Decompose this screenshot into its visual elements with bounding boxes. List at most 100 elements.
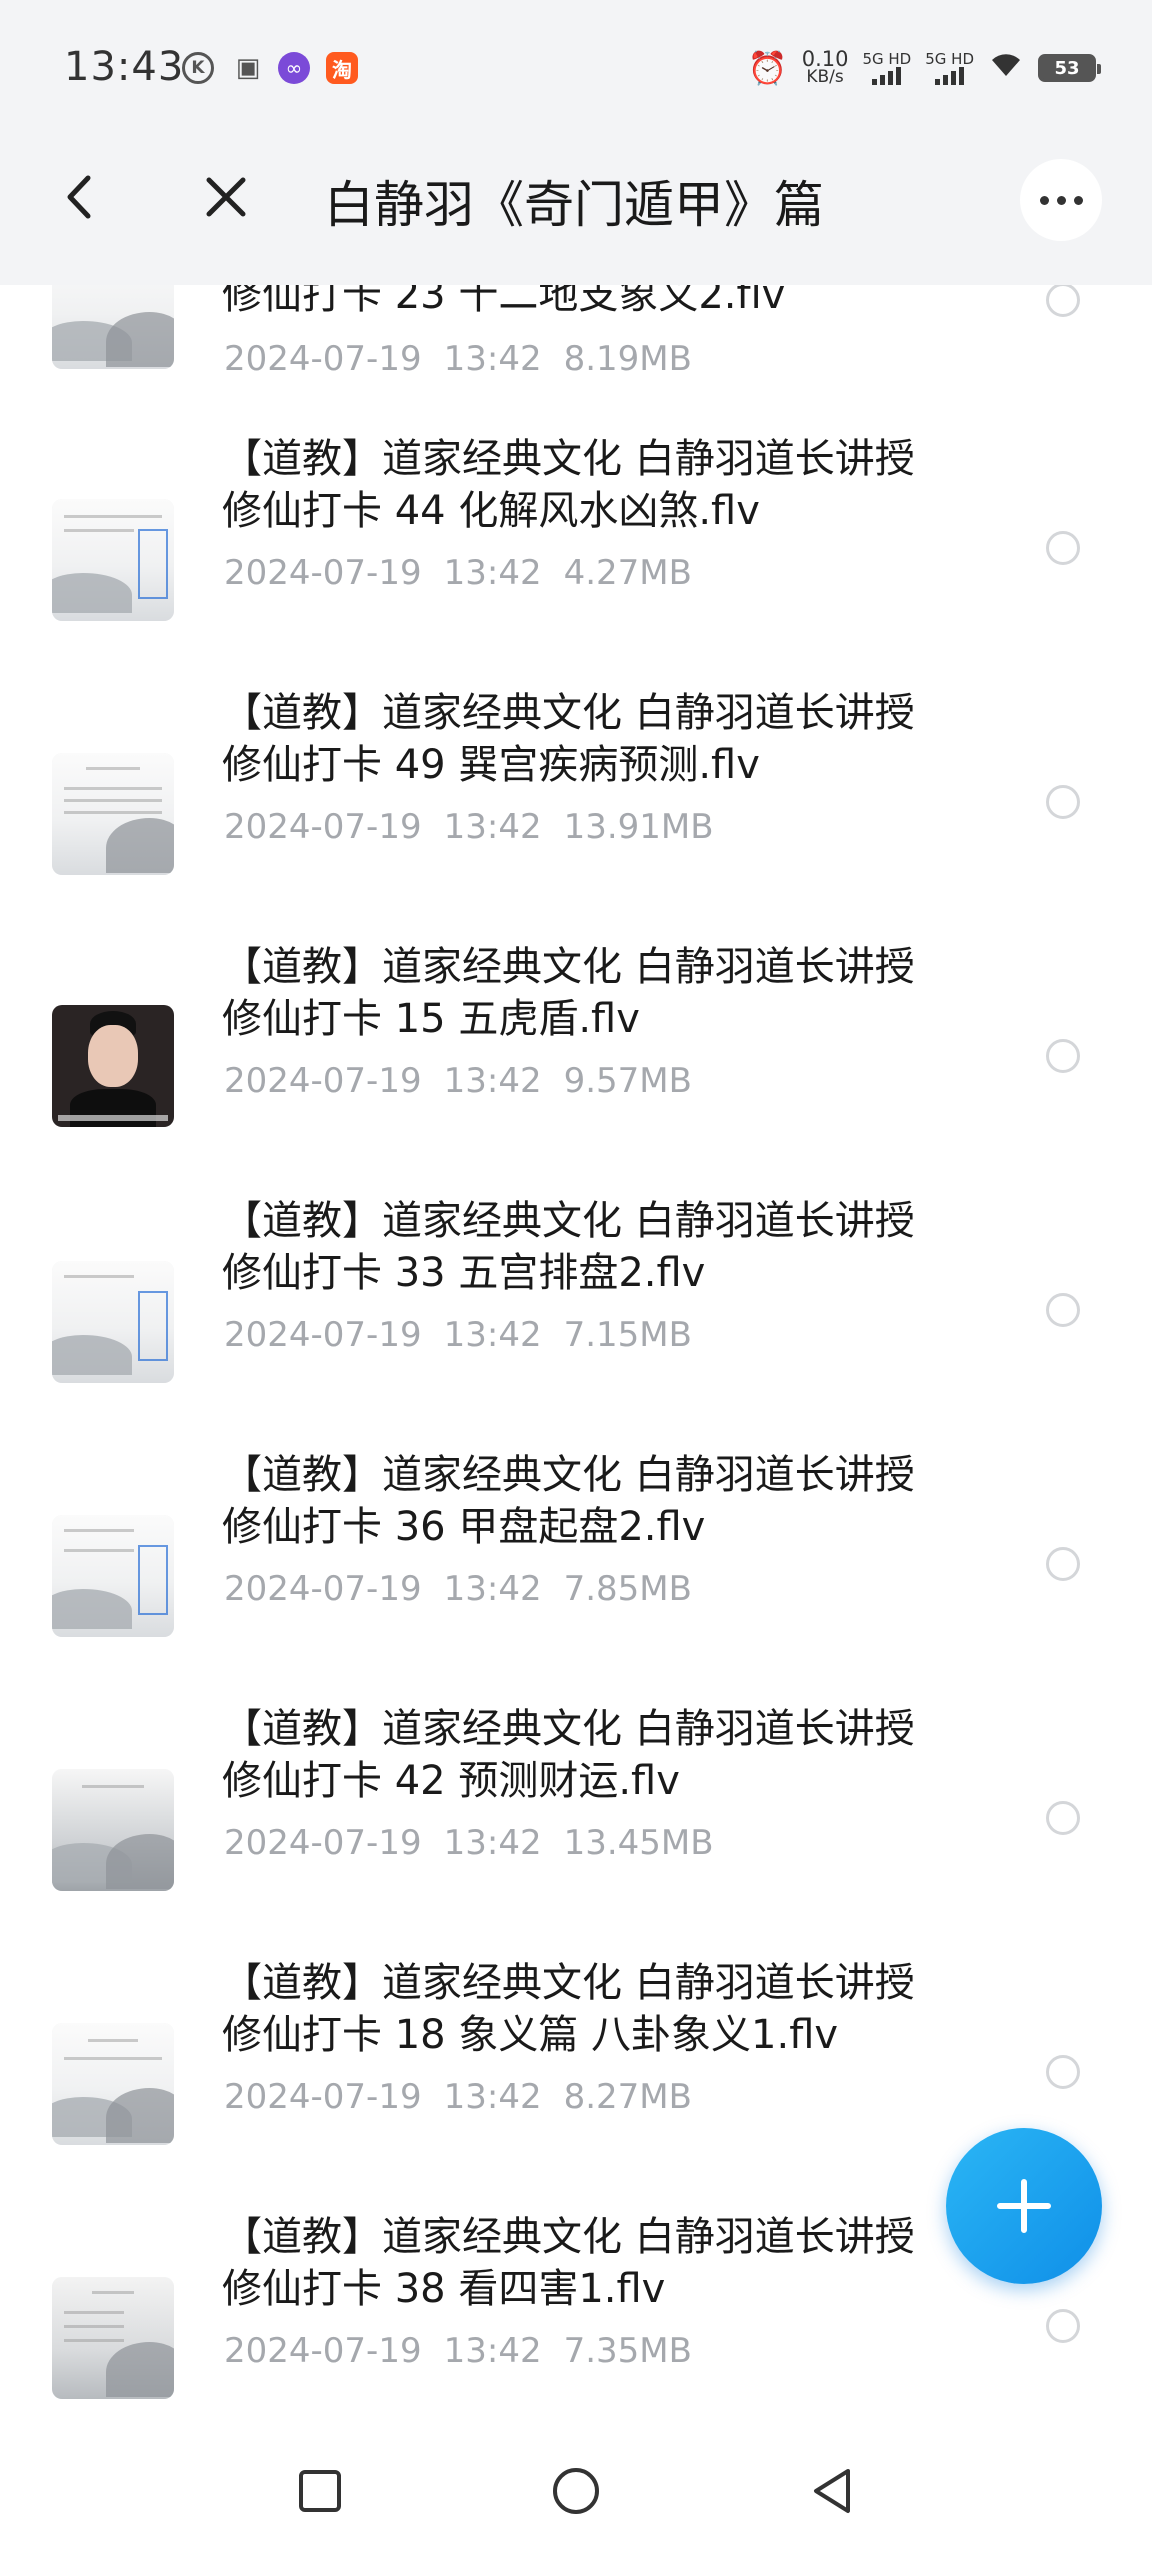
file-date: 2024-07-19 xyxy=(224,1315,422,1355)
add-button[interactable] xyxy=(946,2128,1102,2284)
close-icon xyxy=(206,177,246,217)
file-date: 2024-07-19 xyxy=(224,1061,422,1101)
close-button[interactable] xyxy=(186,157,266,237)
file-time: 13:42 xyxy=(443,2077,542,2117)
file-name-line1: 【道教】道家经典文化 白静羽道长讲授 xyxy=(222,1706,915,1752)
file-size: 9.57MB xyxy=(563,1061,692,1101)
file-date: 2024-07-19 xyxy=(224,807,422,847)
file-item[interactable]: 【道教】道家经典文化 白静羽道长讲授 修仙打卡 33 五宫排盘2.flv 202… xyxy=(0,1195,1152,1449)
file-name-line2: 修仙打卡 15 五虎盾.flv xyxy=(222,996,640,1042)
file-item[interactable]: 【道教】道家经典文化 白静羽道长讲授 修仙打卡 36 甲盘起盘2.flv 202… xyxy=(0,1449,1152,1703)
recents-button[interactable] xyxy=(288,2459,352,2523)
file-size: 7.35MB xyxy=(563,2331,692,2371)
file-meta: 2024-07-19 13:42 7.85MB xyxy=(224,1569,714,1609)
network-speed: 0.10 KB/s xyxy=(801,47,849,87)
file-item[interactable]: 【道教】道家经典文化 白静羽道长讲授 修仙打卡 49 巽宫疾病预测.flv 20… xyxy=(0,687,1152,941)
home-button[interactable] xyxy=(544,2459,608,2523)
select-radio[interactable] xyxy=(1046,285,1080,317)
select-radio[interactable] xyxy=(1046,2309,1080,2343)
file-time: 13:42 xyxy=(443,1315,542,1355)
file-time: 13:42 xyxy=(443,553,542,593)
file-date: 2024-07-19 xyxy=(224,1823,422,1863)
file-item[interactable]: 【道教】道家经典文化 白静羽道长讲授 修仙打卡 42 预测财运.flv 2024… xyxy=(0,1703,1152,1957)
more-dot-icon xyxy=(1039,195,1049,205)
alarm-icon: ⏰ xyxy=(747,49,788,87)
file-meta: 2024-07-19 13:42 9.57MB xyxy=(224,1061,714,1101)
file-time: 13:42 xyxy=(443,1569,542,1609)
file-thumbnail xyxy=(52,2277,174,2399)
network-speed-unit: KB/s xyxy=(806,67,844,87)
file-meta: 2024-07-19 13:42 13.45MB xyxy=(224,1823,736,1863)
file-time: 13:42 xyxy=(443,1061,542,1101)
back-button[interactable] xyxy=(44,157,114,237)
select-radio[interactable] xyxy=(1046,785,1080,819)
file-thumbnail xyxy=(52,1261,174,1383)
signal-2-label: 5G HD xyxy=(925,50,974,68)
circle-icon xyxy=(553,2468,599,2514)
file-meta: 2024-07-19 13:42 8.27MB xyxy=(224,2077,714,2117)
file-date: 2024-07-19 xyxy=(224,1569,422,1609)
signal-1-label: 5G HD xyxy=(862,50,912,68)
file-size: 13.45MB xyxy=(563,1823,714,1863)
file-item[interactable]: 【道教】道家经典文化 白静羽道长讲授 修仙打卡 15 五虎盾.flv 2024-… xyxy=(0,941,1152,1195)
file-item[interactable]: 修仙打卡 23 十二地支象义2.flv 2024-07-19 13:42 8.19M… xyxy=(0,285,1152,433)
system-nav-bar xyxy=(0,2425,1152,2560)
file-size: 8.19MB xyxy=(563,339,692,379)
status-time: 13:43 xyxy=(64,44,185,90)
file-thumbnail xyxy=(52,1515,174,1637)
file-name-line2: 修仙打卡 42 预测财运.flv xyxy=(222,1758,680,1804)
file-meta: 2024-07-19 13:42 13.91MB xyxy=(224,807,736,847)
file-date: 2024-07-19 xyxy=(224,553,422,593)
select-radio[interactable] xyxy=(1046,2055,1080,2089)
k-icon: K xyxy=(182,52,214,84)
file-time: 13:42 xyxy=(443,339,542,379)
file-name: 修仙打卡 23 十二地支象义2.flv xyxy=(222,285,786,318)
file-thumbnail xyxy=(52,2023,174,2145)
signal-2: 5G HD xyxy=(925,51,974,85)
signal-1: 5G HD xyxy=(862,51,911,85)
select-radio[interactable] xyxy=(1046,1039,1080,1073)
plus-icon xyxy=(997,2179,1051,2233)
network-speed-value: 0.10 xyxy=(801,47,849,71)
more-options-button[interactable] xyxy=(1020,159,1102,241)
file-meta: 2024-07-19 13:42 8.19MB xyxy=(224,339,714,379)
file-thumbnail xyxy=(52,753,174,875)
file-name-line1: 【道教】道家经典文化 白静羽道长讲授 xyxy=(222,1198,915,1244)
signal-bars-icon xyxy=(935,67,965,85)
more-dot-icon xyxy=(1073,195,1083,205)
battery-level: 53 xyxy=(1054,57,1080,79)
square-icon xyxy=(299,2470,341,2512)
taobao-icon: 淘 xyxy=(326,52,358,84)
file-meta: 2024-07-19 13:42 7.35MB xyxy=(224,2331,714,2371)
select-radio[interactable] xyxy=(1046,1293,1080,1327)
file-name-line2: 修仙打卡 44 化解风水凶煞.flv xyxy=(222,488,760,534)
file-date: 2024-07-19 xyxy=(224,2077,422,2117)
file-thumbnail xyxy=(52,1769,174,1891)
file-name-line2: 修仙打卡 36 甲盘起盘2.flv xyxy=(222,1504,706,1550)
file-name-line2: 修仙打卡 18 象义篇 八卦象义1.flv xyxy=(222,2012,839,2058)
image-icon: ▣ xyxy=(235,53,261,83)
triangle-back-icon xyxy=(814,2469,850,2513)
status-bar: 13:43 K ▣ ∞ 淘 ⏰ 0.10 KB/s 5G HD 5G HD 53 xyxy=(0,0,1152,115)
app-header: 白静羽《奇门遁甲》篇 xyxy=(0,115,1152,285)
file-date: 2024-07-19 xyxy=(224,2331,422,2371)
file-name-line2: 修仙打卡 38 看四害1.flv xyxy=(222,2266,666,2312)
file-thumbnail xyxy=(52,499,174,621)
signal-bars-icon xyxy=(872,67,902,85)
file-time: 13:42 xyxy=(443,1823,542,1863)
file-time: 13:42 xyxy=(443,807,542,847)
file-name-line2: 修仙打卡 33 五宫排盘2.flv xyxy=(222,1250,706,1296)
select-radio[interactable] xyxy=(1046,531,1080,565)
page-title: 白静羽《奇门遁甲》篇 xyxy=(324,176,824,234)
select-radio[interactable] xyxy=(1046,1801,1080,1835)
file-item[interactable]: 【道教】道家经典文化 白静羽道长讲授 修仙打卡 44 化解风水凶煞.flv 20… xyxy=(0,433,1152,687)
battery-icon: 53 xyxy=(1038,54,1101,82)
file-size: 4.27MB xyxy=(563,553,692,593)
select-radio[interactable] xyxy=(1046,1547,1080,1581)
file-name-line1: 【道教】道家经典文化 白静羽道长讲授 xyxy=(222,944,915,990)
file-list: 修仙打卡 23 十二地支象义2.flv 2024-07-19 13:42 8.19M… xyxy=(0,285,1152,2425)
back-nav-button[interactable] xyxy=(800,2459,864,2523)
file-time: 13:42 xyxy=(443,2331,542,2371)
file-meta: 2024-07-19 13:42 4.27MB xyxy=(224,553,714,593)
file-size: 13.91MB xyxy=(563,807,714,847)
